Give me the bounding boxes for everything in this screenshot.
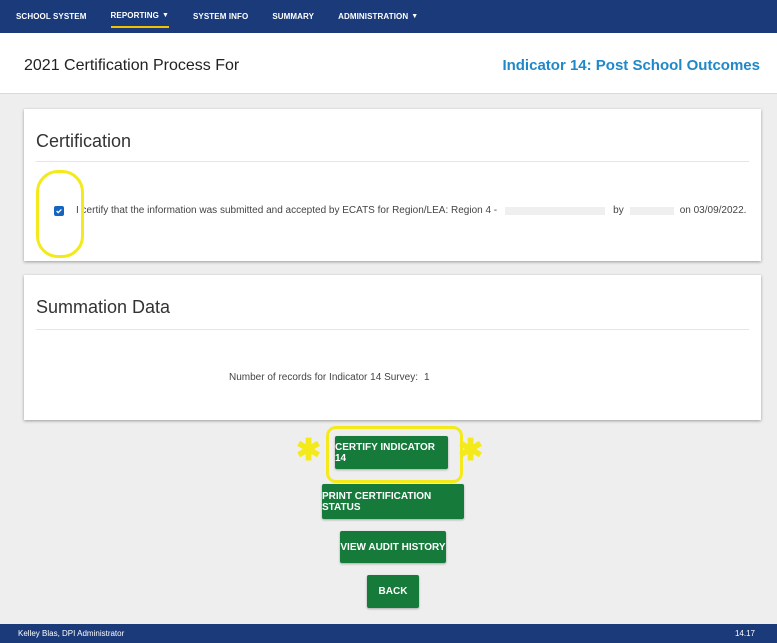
nav-summary-label: SUMMARY (272, 12, 315, 21)
annotation-star-icon: ✱ (458, 434, 484, 467)
nav-system-info[interactable]: SYSTEM INFO (193, 7, 248, 27)
view-audit-history-button[interactable]: VIEW AUDIT HISTORY (340, 531, 446, 563)
nav-administration[interactable]: ADMINISTRATION ▼ (338, 7, 418, 27)
certify-indicator-button[interactable]: CERTIFY INDICATOR 14 (335, 436, 448, 469)
checkmark-icon (56, 208, 62, 214)
footer-user: Kelley Blas, DPI Administrator (18, 629, 125, 638)
certification-by-text: by (613, 205, 624, 216)
indicator-title: Indicator 14: Post School Outcomes (502, 57, 760, 74)
certification-card: Certification I certify that the informa… (24, 109, 761, 261)
nav-school-system[interactable]: SCHOOL SYSTEM (16, 7, 87, 27)
footer-bar: Kelley Blas, DPI Administrator 14.17 (0, 624, 777, 643)
certification-date-text: on 03/09/2022. (679, 205, 747, 216)
nav-school-system-label: SCHOOL SYSTEM (16, 12, 87, 21)
summation-card: Summation Data Number of records for Ind… (24, 275, 761, 420)
divider (36, 161, 749, 162)
records-count-row: Number of records for Indicator 14 Surve… (229, 372, 430, 383)
nav-reporting-label: REPORTING (110, 11, 159, 20)
print-certification-status-button[interactable]: PRINT CERTIFICATION STATUS (322, 484, 464, 519)
nav-system-info-label: SYSTEM INFO (193, 12, 249, 21)
redacted-region-name (505, 206, 606, 215)
page-title: 2021 Certification Process For (24, 57, 240, 74)
page-header: 2021 Certification Process For Indicator… (0, 33, 777, 94)
summation-title: Summation Data (36, 297, 171, 317)
annotation-star-icon: ✱ (296, 434, 322, 467)
footer-version: 14.17 (734, 629, 755, 638)
records-label: Number of records for Indicator 14 Surve… (229, 372, 418, 383)
redacted-user-name (629, 206, 674, 215)
certification-statement: I certify that the information was submi… (54, 205, 746, 216)
chevron-down-icon: ▼ (161, 12, 169, 19)
records-value: 1 (423, 372, 430, 383)
certify-checkbox[interactable] (54, 205, 64, 216)
chevron-down-icon: ▼ (411, 13, 419, 20)
certification-title: Certification (36, 131, 132, 151)
nav-reporting[interactable]: REPORTING ▼ (110, 6, 169, 28)
nav-summary[interactable]: SUMMARY (272, 7, 314, 27)
top-navigation-bar: SCHOOL SYSTEM REPORTING ▼ SYSTEM INFO SUM… (0, 0, 777, 33)
nav-administration-label: ADMINISTRATION (338, 12, 409, 21)
divider (36, 329, 749, 330)
back-button[interactable]: BACK (367, 575, 419, 608)
certification-text: I certify that the information was submi… (76, 205, 498, 216)
